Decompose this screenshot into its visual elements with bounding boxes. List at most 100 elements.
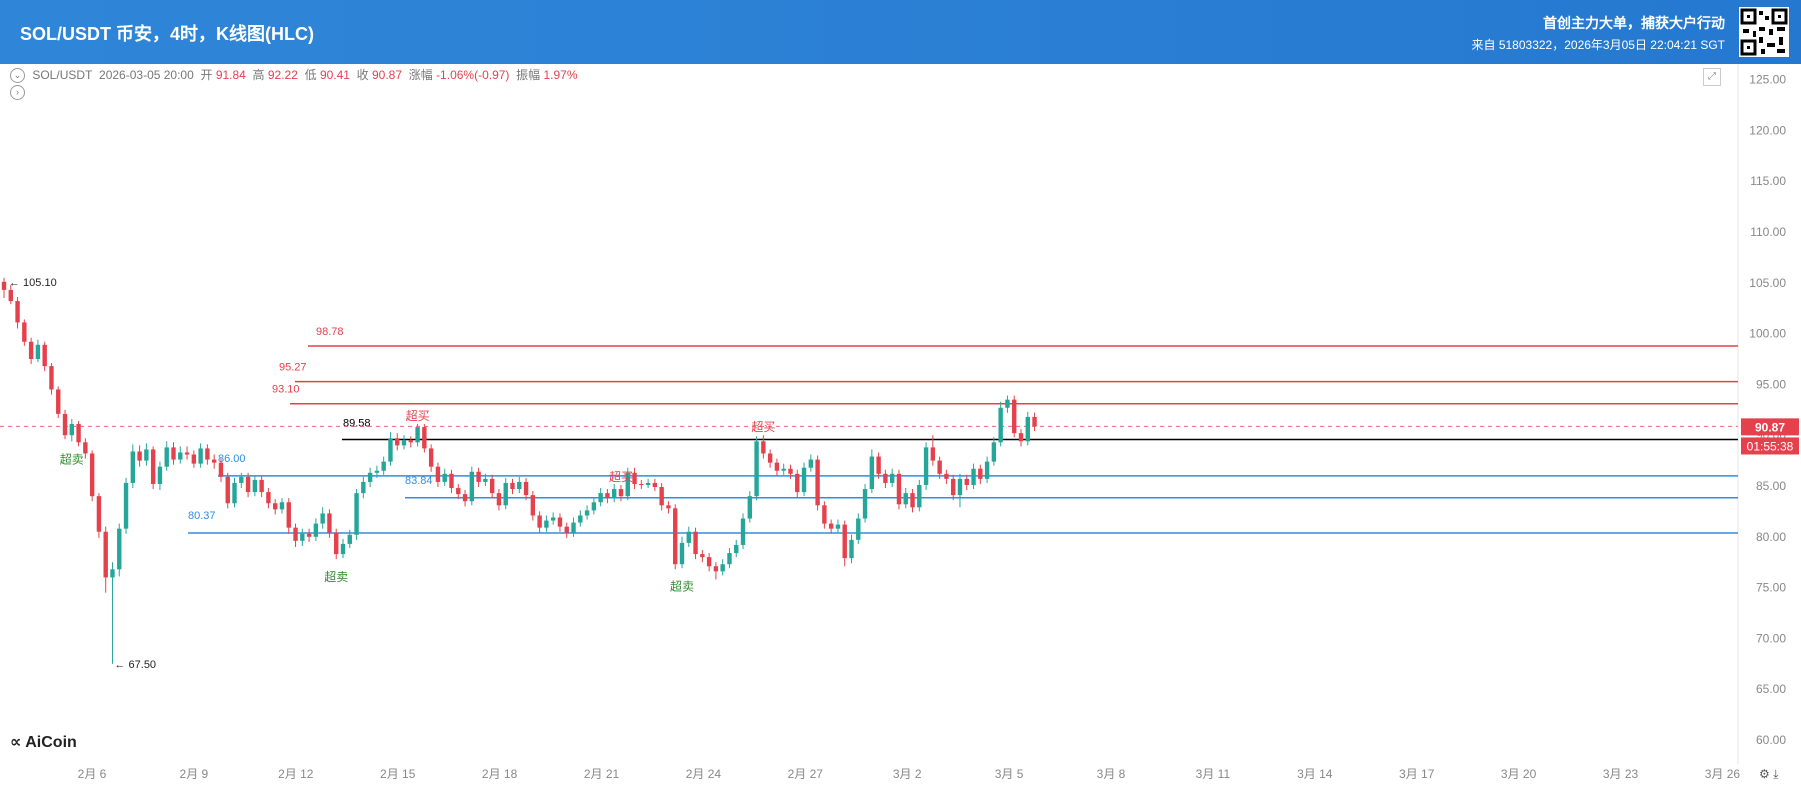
- resistance-label: 98.78: [316, 326, 344, 338]
- candle-body: [483, 478, 488, 482]
- candle-body: [293, 527, 298, 541]
- candle-body: [883, 473, 888, 483]
- candle-body: [442, 473, 447, 482]
- candle-body: [862, 489, 868, 519]
- candle-body: [49, 366, 54, 390]
- candle-body: [842, 524, 847, 559]
- candle-body: [225, 476, 230, 504]
- candle-body: [998, 407, 1003, 443]
- header-bar: SOL/USDT 币安，4时，K线图(HLC) 首创主力大单，捕获大户行动 来自…: [0, 0, 1801, 64]
- qr-code-icon: [1739, 7, 1789, 57]
- candle-body: [747, 496, 752, 519]
- x-tick-label: 3月 17: [1399, 767, 1435, 781]
- candle-body: [652, 482, 658, 488]
- candle-body: [496, 493, 502, 506]
- candle-body: [557, 517, 563, 527]
- x-tick-label: 3月 23: [1603, 767, 1639, 781]
- candle-body: [137, 451, 142, 461]
- oversold-signal: 超卖: [670, 578, 694, 593]
- chart-title: SOL/USDT 币安，4时，K线图(HLC): [20, 24, 314, 44]
- candle-body: [408, 440, 413, 443]
- candle-body: [666, 505, 671, 509]
- candle-body: [523, 481, 529, 496]
- candle-body: [957, 478, 963, 496]
- candle-body: [340, 543, 346, 555]
- candle-body: [910, 493, 915, 508]
- candle-body: [530, 495, 536, 516]
- candle-body: [618, 489, 624, 497]
- candle-body: [510, 482, 515, 490]
- x-tick-label: 2月 9: [180, 767, 209, 781]
- candle-body: [869, 456, 875, 490]
- low-marker: ← 67.50: [114, 659, 156, 671]
- y-tick-label: 105.00: [1749, 276, 1786, 290]
- candle-body: [178, 452, 183, 460]
- candle-body: [767, 453, 773, 463]
- candle-body: [991, 442, 997, 462]
- bottom-tools[interactable]: ⚙ ⤓: [1759, 767, 1778, 782]
- candle-body: [476, 471, 481, 482]
- candle-body: [150, 449, 156, 484]
- candle-body: [367, 472, 373, 482]
- candle-body: [693, 531, 698, 555]
- candle-body: [279, 502, 285, 510]
- candle-body: [781, 468, 786, 471]
- x-tick-label: 3月 11: [1196, 767, 1231, 781]
- y-tick-label: 110.00: [1750, 225, 1786, 239]
- candle-body: [713, 566, 719, 572]
- x-tick-label: 2月 24: [686, 767, 722, 781]
- y-tick-label: 95.00: [1756, 377, 1786, 391]
- oversold-signal: 超卖: [60, 451, 84, 466]
- candle-body: [42, 344, 47, 367]
- candle-body: [686, 531, 691, 543]
- candle-body: [327, 513, 332, 533]
- x-tick-label: 2月 18: [482, 767, 518, 781]
- candle-body: [754, 441, 759, 497]
- candle-body: [1025, 416, 1030, 442]
- candle-body: [612, 489, 617, 499]
- candle-body: [381, 461, 386, 471]
- candlestick-chart[interactable]: 125.00 120.00 115.00 110.00 105.00 100.00 95.0…: [0, 64, 1801, 788]
- candle-body: [734, 544, 739, 554]
- support-label: 83.84: [405, 475, 433, 487]
- candle-body: [896, 473, 902, 505]
- candle-body: [15, 301, 20, 323]
- candle-body: [211, 459, 217, 463]
- x-tick-label: 2月 6: [78, 767, 107, 781]
- header-slogan: 首创主力大单，捕获大户行动: [1543, 15, 1725, 31]
- candle-body: [605, 493, 610, 499]
- candle-body: [205, 448, 210, 460]
- candle-body: [334, 532, 339, 555]
- candle-body: [130, 451, 136, 483]
- candle-body: [62, 413, 68, 436]
- candle-body: [22, 322, 27, 342]
- candle-body: [76, 424, 81, 443]
- candle-body: [388, 438, 393, 462]
- aicoin-logo: ∝ AiCoin: [10, 734, 77, 751]
- y-tick-label: 115.00: [1750, 174, 1786, 188]
- candle-body: [1, 281, 7, 290]
- candle-body: [584, 510, 590, 516]
- candle-body: [571, 522, 576, 533]
- candle-body: [395, 438, 400, 446]
- resistance-label: 93.10: [272, 384, 300, 396]
- resistance-label: 95.27: [279, 362, 307, 374]
- candle-body: [320, 513, 325, 524]
- candle-body: [971, 468, 976, 485]
- support-label: 80.37: [188, 510, 216, 522]
- x-tick-label: 3月 20: [1501, 767, 1537, 781]
- candle-body: [835, 524, 841, 529]
- candle-body: [903, 493, 908, 505]
- candle-body: [469, 471, 475, 502]
- y-tick-label: 65.00: [1756, 682, 1786, 696]
- candle-body: [578, 515, 583, 523]
- overbought-signal: 超买: [609, 469, 633, 484]
- candle-body: [300, 533, 305, 541]
- candle-body: [144, 449, 149, 461]
- candle-body: [727, 553, 732, 565]
- candle-body: [944, 473, 949, 479]
- candle-body: [435, 466, 441, 482]
- logo-text: AiCoin: [25, 734, 77, 751]
- x-tick-label: 3月 5: [995, 767, 1024, 781]
- overbought-signal: 超买: [751, 419, 775, 434]
